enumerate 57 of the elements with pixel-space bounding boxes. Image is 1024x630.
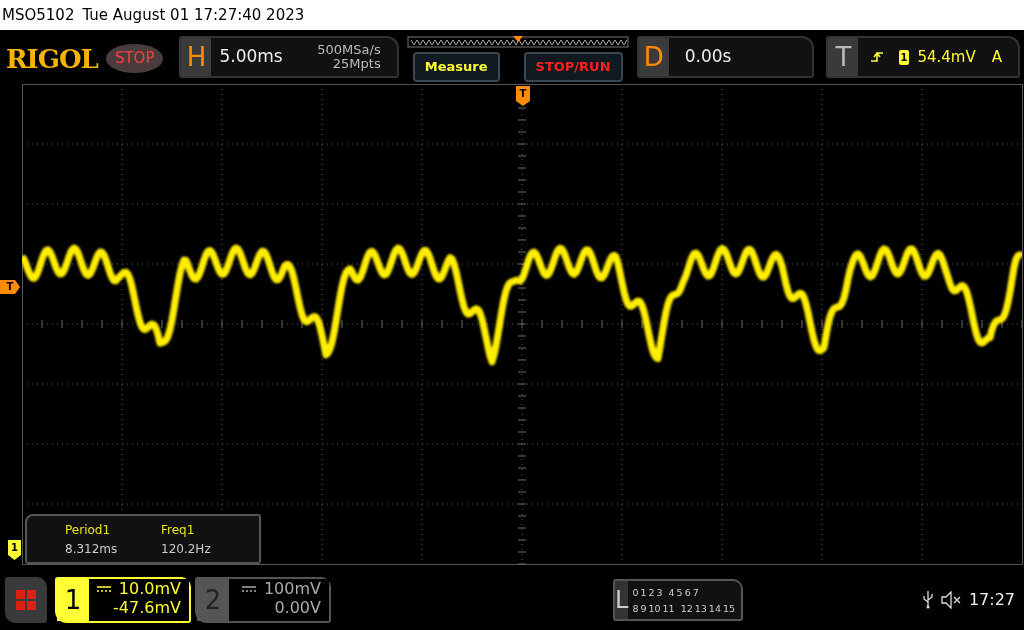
measure-button[interactable]: Measure <box>412 52 500 82</box>
usb-icon <box>922 591 933 609</box>
memory-depth: 25Mpts <box>331 57 381 71</box>
model-name: MSO5102 <box>2 5 75 26</box>
logic-channel-number: 15 <box>722 602 736 616</box>
date-time: Tue August 01 17:27:40 2023 <box>82 5 305 26</box>
measurement-value: 8.312ms <box>65 540 119 558</box>
logic-channel-number: 0 <box>632 586 639 600</box>
logic-channel-number: 3 <box>656 586 663 600</box>
logic-channel-number: 1 <box>640 586 647 600</box>
logic-channel-number: 6 <box>684 586 691 600</box>
delay-panel[interactable]: D 0.00s <box>636 36 815 78</box>
trigger-level: 54.4mV <box>917 46 976 68</box>
trigger-mode: A <box>991 46 1002 68</box>
measurement-value: 120.2Hz <box>161 540 212 558</box>
dc-coupling-icon <box>96 585 111 592</box>
channel-marker[interactable]: 1 <box>8 540 21 560</box>
menu-button[interactable] <box>5 577 47 623</box>
memory-bar-icon <box>406 36 629 48</box>
trigger-level-marker[interactable]: T <box>0 280 20 294</box>
panel-letter: H <box>181 38 212 76</box>
logic-channel-number: 7 <box>692 586 699 600</box>
dc-coupling-icon <box>241 585 256 592</box>
panel-letter: L <box>615 581 629 619</box>
timebase-value: 5.00ms <box>219 45 283 69</box>
logic-channel-number: 13 <box>694 602 707 616</box>
channel-offset: 0.00V <box>273 598 321 617</box>
run-state-indicator: STOP <box>105 44 164 73</box>
horizontal-panel[interactable]: H 5.00ms 500MSa/s 25Mpts <box>179 36 399 78</box>
channel-offset: -47.6mV <box>112 598 181 617</box>
channel-scale: 100mV <box>263 579 321 598</box>
logic-channel-number: 14 <box>708 602 721 616</box>
logic-channel-number: 9 <box>640 602 647 616</box>
logic-channel-number: 10 <box>648 602 661 616</box>
trigger-source-badge: 1 <box>898 49 910 65</box>
trigger-position-marker[interactable]: T <box>516 86 530 106</box>
trigger-panel[interactable]: T 1 54.4mV A <box>826 36 1020 78</box>
measurement-label: Period1 <box>65 521 112 539</box>
logic-channel-number: 2 <box>648 586 655 600</box>
logic-channel-number: 11 <box>662 602 675 616</box>
brand-logo: RIGOL <box>6 43 98 76</box>
logic-channel-number: 4 <box>668 586 675 600</box>
stop-run-button[interactable]: STOP/RUN <box>523 52 623 82</box>
measurement-label: Freq1 <box>161 521 196 539</box>
sample-rate: 500MSa/s <box>317 43 381 57</box>
speaker-muted-icon <box>940 591 961 609</box>
logic-channel-number: 12 <box>680 602 693 616</box>
rising-edge-icon <box>870 51 883 63</box>
delay-value: 0.00s <box>684 45 732 69</box>
channel-scale: 10.0mV <box>118 579 181 598</box>
logic-channel-number: 8 <box>632 602 639 616</box>
panel-letter: T <box>828 38 859 76</box>
logic-channel-number: 5 <box>676 586 683 600</box>
channel-button[interactable]: 1 10.0mV -47.6mV <box>55 577 191 623</box>
grid-menu-icon <box>16 590 36 610</box>
panel-letter: D <box>638 38 669 76</box>
clock: 17:27 <box>968 589 1015 611</box>
